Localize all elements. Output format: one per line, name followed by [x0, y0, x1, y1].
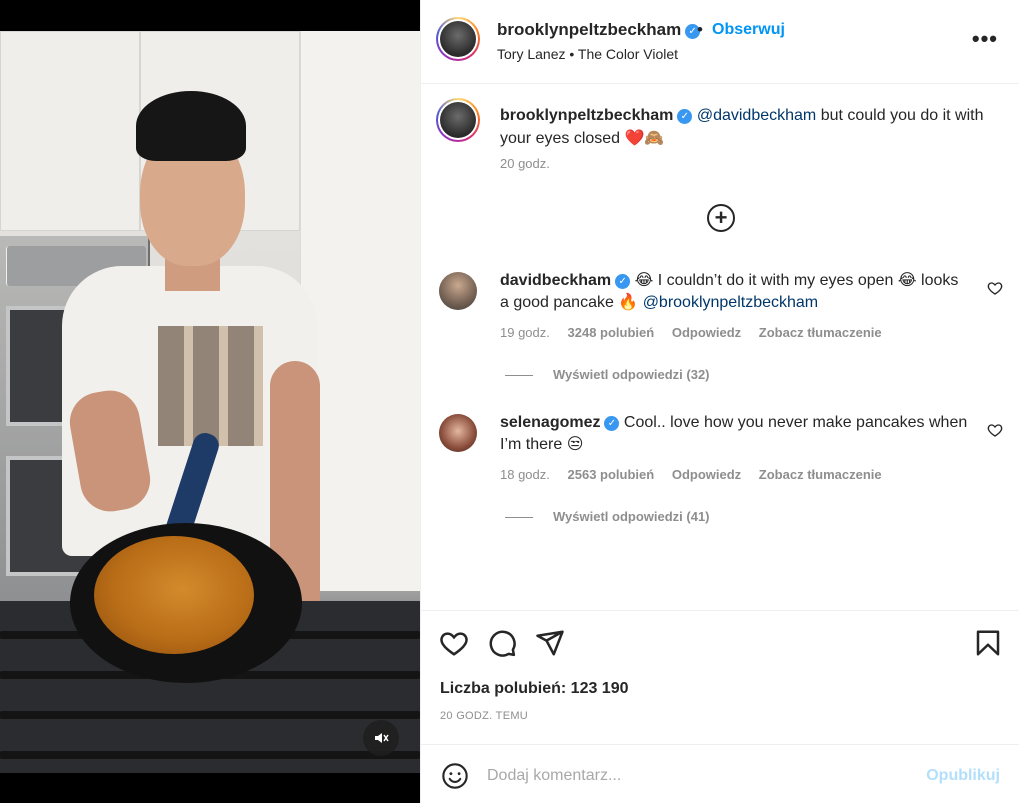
- more-options-icon[interactable]: •••: [972, 26, 998, 52]
- heart-icon[interactable]: [439, 628, 469, 658]
- post-details-panel: brooklynpeltzbeckham ✓ • Obserwuj Tory La…: [420, 0, 1019, 803]
- like-count[interactable]: Liczba polubień: 123 190: [440, 680, 629, 698]
- video-frame[interactable]: [0, 31, 420, 773]
- comment-meta: 19 godz. 3248 polubień Odpowiedz Zobacz …: [500, 325, 896, 340]
- verified-badge-icon: ✓: [604, 416, 620, 431]
- verified-badge-icon: ✓: [615, 274, 631, 289]
- post-timestamp: 20 GODZ. TEMU: [440, 710, 529, 722]
- avatar[interactable]: [439, 272, 477, 310]
- publish-button[interactable]: Opublikuj: [926, 767, 1000, 785]
- translate-button[interactable]: Zobacz tłumaczenie: [759, 467, 882, 482]
- author-username[interactable]: brooklynpeltzbeckham ✓: [497, 20, 701, 40]
- comment-bubble-icon[interactable]: [487, 628, 517, 658]
- comment-username[interactable]: davidbeckham: [500, 272, 611, 289]
- comment-timestamp[interactable]: 18 godz.: [500, 467, 550, 482]
- post-header: brooklynpeltzbeckham ✓ • Obserwuj Tory La…: [421, 0, 1019, 84]
- pancake: [94, 536, 254, 654]
- comment-input[interactable]: [487, 763, 907, 789]
- audio-track-link[interactable]: Tory Lanez • The Color Violet: [497, 46, 678, 62]
- comment-mention[interactable]: @brooklynpeltzbeckham: [643, 294, 818, 311]
- post-media[interactable]: [0, 0, 420, 803]
- kitchen-cabinet: [0, 31, 140, 231]
- comment-username[interactable]: selenagomez: [500, 414, 600, 431]
- caption-username[interactable]: brooklynpeltzbeckham: [500, 107, 673, 124]
- reply-button[interactable]: Odpowiedz: [672, 467, 741, 482]
- bookmark-icon[interactable]: [973, 628, 1003, 658]
- avatar[interactable]: [436, 98, 480, 142]
- heart-icon[interactable]: [987, 280, 1003, 296]
- verified-badge-icon: ✓: [677, 109, 693, 124]
- replies-divider: [505, 375, 533, 377]
- speaker-muted-icon[interactable]: [363, 720, 399, 756]
- heart-icon[interactable]: [987, 422, 1003, 438]
- reply-button[interactable]: Odpowiedz: [672, 325, 741, 340]
- emoji-smiley-icon[interactable]: [441, 762, 469, 790]
- comment-timestamp[interactable]: 19 godz.: [500, 325, 550, 340]
- add-comment-bar: Opublikuj: [421, 744, 1019, 803]
- shirt-print: [158, 326, 263, 446]
- comment-meta: 18 godz. 2563 polubień Odpowiedz Zobacz …: [500, 467, 896, 482]
- paper-plane-icon[interactable]: [535, 628, 565, 658]
- avatar[interactable]: [436, 17, 480, 61]
- caption-mention[interactable]: @davidbeckham: [697, 107, 816, 124]
- comment-likes[interactable]: 2563 polubień: [568, 467, 655, 482]
- view-replies-button[interactable]: Wyświetl odpowiedzi (41): [505, 509, 710, 524]
- avatar[interactable]: [439, 414, 477, 452]
- view-replies-button[interactable]: Wyświetl odpowiedzi (32): [505, 367, 710, 382]
- translate-button[interactable]: Zobacz tłumaczenie: [759, 325, 882, 340]
- follow-button[interactable]: Obserwuj: [712, 21, 785, 39]
- load-more-comments-button[interactable]: +: [707, 204, 735, 232]
- caption-timestamp[interactable]: 20 godz.: [500, 156, 550, 171]
- post-actions: Liczba polubień: 123 190 20 GODZ. TEMU: [421, 610, 1019, 745]
- comment-likes[interactable]: 3248 polubień: [568, 325, 655, 340]
- comment-text: selenagomez ✓ Cool.. love how you never m…: [500, 412, 970, 456]
- person-cap: [136, 91, 246, 161]
- comment-text: davidbeckham ✓ 😂 I couldn’t do it with my…: [500, 270, 970, 314]
- separator-dot: •: [697, 20, 703, 39]
- replies-divider: [505, 517, 533, 519]
- caption-text: brooklynpeltzbeckham ✓ @davidbeckham but …: [500, 104, 990, 150]
